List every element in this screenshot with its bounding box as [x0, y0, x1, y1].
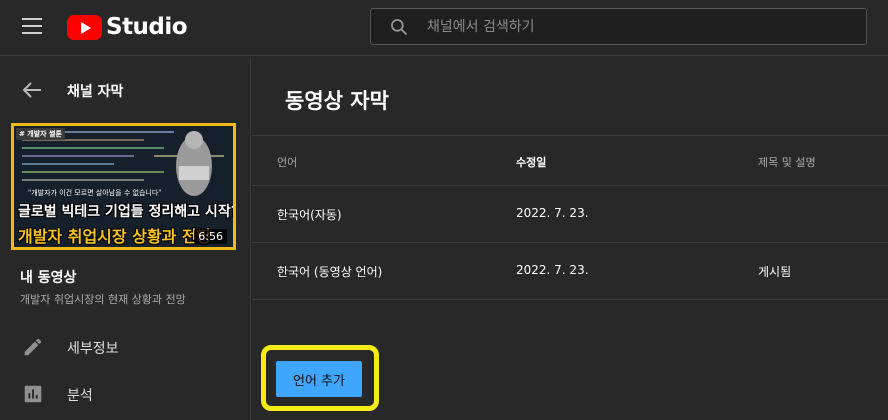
- thumbnail-headline: 글로벌 빅테크 기업들 정리해고 시작?: [18, 204, 236, 220]
- main-content: 동영상 자막 언어 수정일 제목 및 설명 한국어(자동) 2022. 7. 2…: [252, 57, 888, 420]
- back-label: 채널 자막: [67, 84, 124, 100]
- column-language[interactable]: 언어: [277, 154, 297, 170]
- youtube-logo-icon: [67, 14, 102, 40]
- analytics-icon: [24, 385, 42, 403]
- row-modified: 2022. 7. 23.: [516, 206, 589, 220]
- sidebar-item-label: 세부정보: [67, 341, 119, 357]
- top-bar: Studio: [0, 0, 888, 56]
- sidebar-item-label: 분석: [67, 388, 93, 404]
- search-icon: [391, 19, 408, 36]
- back-to-channel-subtitles[interactable]: 채널 자막: [0, 57, 251, 123]
- search-box[interactable]: [370, 8, 867, 45]
- row-modified: 2022. 7. 23.: [516, 263, 589, 277]
- thumbnail-subheadline: 개발자 취업시장 상황과 전망: [18, 227, 212, 246]
- sidebar-item-analytics[interactable]: 분석: [0, 372, 251, 416]
- search-input[interactable]: [427, 9, 847, 44]
- pencil-icon: [24, 338, 42, 356]
- row-language: 한국어(자동): [277, 208, 342, 222]
- sidebar-item-details[interactable]: 세부정보: [0, 325, 251, 369]
- logo-text: Studio: [106, 14, 188, 40]
- video-duration: 6:56: [194, 229, 227, 244]
- video-thumbnail[interactable]: # 개발자 썰툰 "개발자가 이건 모르면 살아남을 수 없습니다" 글로벌 빅…: [11, 123, 236, 250]
- video-title: 내 동영상: [20, 270, 77, 286]
- page-title: 동영상 자막: [285, 89, 389, 113]
- sidebar: 채널 자막 # 개발자 썰툰 "개발자가 이건 모르면 살아남을 수 없습니다"…: [0, 57, 251, 420]
- row-title-description[interactable]: 게시됨: [758, 263, 791, 280]
- thumbnail-quote: "개발자가 이건 모르면 살아남을 수 없습니다": [28, 189, 162, 197]
- studio-logo[interactable]: Studio: [67, 14, 188, 40]
- subtitles-table: 언어 수정일 제목 및 설명 한국어(자동) 2022. 7. 23. 한국어 …: [252, 135, 888, 300]
- video-subtitle: 개발자 취업시장의 현재 상황과 전망: [20, 293, 186, 306]
- back-arrow-icon[interactable]: [22, 81, 42, 99]
- table-row[interactable]: 한국어(자동) 2022. 7. 23.: [252, 186, 888, 243]
- thumbnail-tag: # 개발자 썰툰: [16, 128, 65, 140]
- add-language-button[interactable]: 언어 추가: [276, 361, 362, 397]
- column-modified[interactable]: 수정일: [516, 154, 546, 170]
- menu-icon[interactable]: [22, 18, 42, 36]
- row-language: 한국어 (동영상 언어): [277, 265, 383, 279]
- table-header: 언어 수정일 제목 및 설명: [252, 135, 888, 186]
- table-row[interactable]: 한국어 (동영상 언어) 2022. 7. 23. 게시됨: [252, 243, 888, 300]
- column-title-description[interactable]: 제목 및 설명: [758, 154, 816, 170]
